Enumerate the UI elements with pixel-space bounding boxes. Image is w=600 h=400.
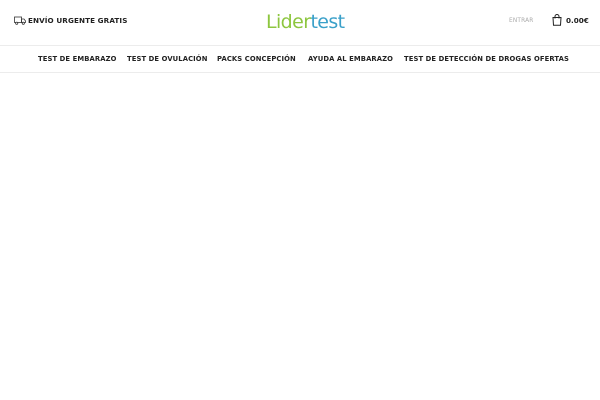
main-content-area [0,73,600,400]
free-shipping-link[interactable]: ENVÍO URGENTE GRATIS [14,16,127,25]
main-navigation: TEST DE EMBARAZO TEST DE OVULACIÓN PACKS… [0,46,600,73]
nav-item-ayuda-al-embarazo[interactable]: AYUDA AL EMBARAZO [308,55,393,63]
nav-item-test-de-embarazo[interactable]: TEST DE EMBARAZO [38,55,116,63]
shopping-bag-icon [552,14,562,26]
cart-button[interactable]: 0.00€ [552,14,589,26]
login-link[interactable]: ENTRAR [509,18,534,24]
free-shipping-text: ENVÍO URGENTE GRATIS [28,16,128,25]
nav-item-test-de-ovulacion[interactable]: TEST DE OVULACIÓN [127,55,207,63]
delivery-truck-icon [14,16,26,25]
site-logo[interactable]: Lidertest [266,10,345,34]
logo-text-test: test [310,11,345,33]
cart-total: 0.00€ [566,15,589,25]
nav-item-test-de-deteccion-de-drogas[interactable]: TEST DE DETECCIÓN DE DROGAS [404,55,531,63]
site-header: ENVÍO URGENTE GRATIS Lidertest ENTRAR 0.… [0,0,600,46]
logo-text-lider: Lider [266,11,311,33]
nav-item-packs-concepcion[interactable]: PACKS CONCEPCIÓN [217,55,296,63]
nav-item-ofertas[interactable]: OFERTAS [534,55,569,63]
